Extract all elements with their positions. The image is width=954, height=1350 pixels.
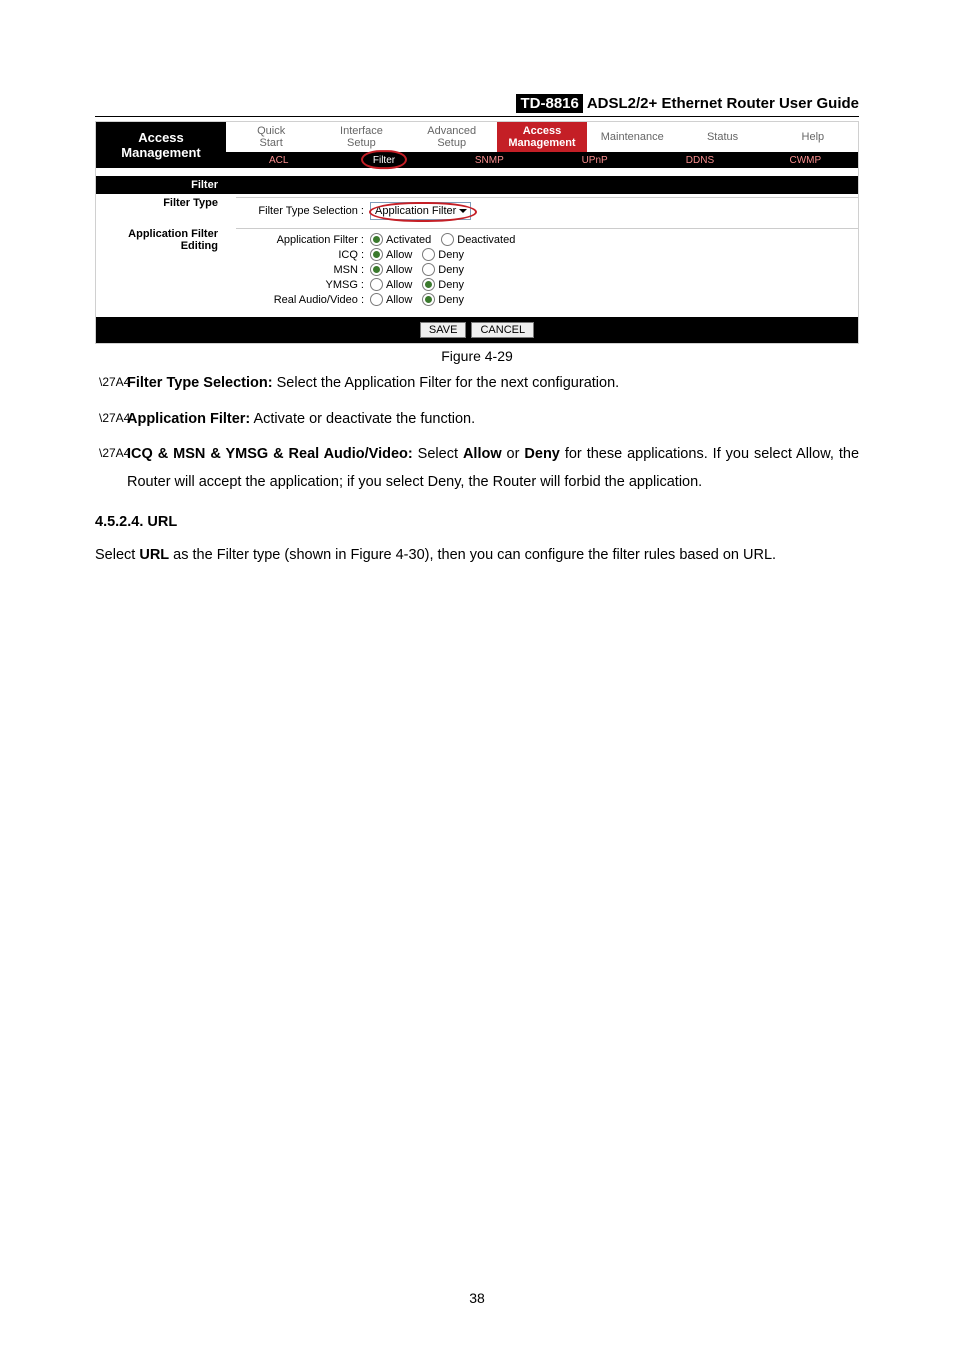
tab-quick-start[interactable]: QuickStart xyxy=(226,122,316,152)
msn-radio-allow[interactable] xyxy=(370,263,383,276)
msn-deny-label: Deny xyxy=(438,264,464,276)
icq-deny-label: Deny xyxy=(438,249,464,261)
paragraph-bold: URL xyxy=(139,547,169,563)
rav-radio-deny[interactable] xyxy=(422,293,435,306)
rav-radio-allow[interactable] xyxy=(370,293,383,306)
msn-allow-label: Allow xyxy=(386,264,412,276)
ymsg-radio-allow[interactable] xyxy=(370,278,383,291)
bullet-leadin: Application Filter: xyxy=(127,411,250,427)
router-section-title-l2: Management xyxy=(96,145,226,160)
ymsg-allow-label: Allow xyxy=(386,279,412,291)
radio-activated[interactable] xyxy=(370,233,383,246)
paragraph-text: as the Filter type (shown in Figure 4-30… xyxy=(169,547,776,563)
main-tabs: QuickStart InterfaceSetup AdvancedSetup … xyxy=(226,122,858,152)
bullet-leadin: ICQ & MSN & YMSG & Real Audio/Video: xyxy=(127,446,413,462)
doc-title: ADSL2/2+ Ethernet Router User Guide xyxy=(583,95,859,112)
bullet-text: or xyxy=(502,446,525,462)
filter-type-selection-dropdown[interactable]: Application Filter xyxy=(370,202,471,220)
tab-advanced-setup[interactable]: AdvancedSetup xyxy=(407,122,497,152)
rav-deny-label: Deny xyxy=(438,294,464,306)
subtab-acl[interactable]: ACL xyxy=(226,152,331,168)
bullet-bold: Deny xyxy=(524,446,559,462)
application-filter-label: Application Filter : xyxy=(236,234,364,246)
tab-interface-setup[interactable]: InterfaceSetup xyxy=(316,122,406,152)
ymsg-radio-deny[interactable] xyxy=(422,278,435,291)
bullet-text: Select the Application Filter for the ne… xyxy=(273,375,620,391)
deactivated-label: Deactivated xyxy=(457,234,515,246)
section-heading: 4.5.2.4. URL xyxy=(95,514,859,530)
icq-label: ICQ : xyxy=(236,249,364,261)
page-number: 38 xyxy=(0,1290,954,1306)
ymsg-deny-label: Deny xyxy=(438,279,464,291)
bullet-item: ICQ & MSN & YMSG & Real Audio/Video: Sel… xyxy=(95,441,859,496)
section-filter: Filter xyxy=(96,176,226,194)
filter-type-selection-value: Application Filter xyxy=(375,205,456,217)
section-filter-type: Filter Type xyxy=(96,194,226,225)
section-app-filter-editing: Application Filter Editing xyxy=(96,225,226,317)
msn-label: MSN : xyxy=(236,264,364,276)
subtab-upnp[interactable]: UPnP xyxy=(542,152,647,168)
router-ui-screenshot: Access Management QuickStart InterfaceSe… xyxy=(95,121,859,344)
subtab-cwmp[interactable]: CWMP xyxy=(753,152,858,168)
filter-type-selection-label: Filter Type Selection : xyxy=(236,205,364,217)
bullet-text: Select xyxy=(413,446,463,462)
icq-allow-label: Allow xyxy=(386,249,412,261)
icq-radio-deny[interactable] xyxy=(422,248,435,261)
bullet-bold: Allow xyxy=(463,446,502,462)
tab-status[interactable]: Status xyxy=(677,122,767,152)
cancel-button[interactable]: CANCEL xyxy=(471,322,534,338)
icq-radio-allow[interactable] xyxy=(370,248,383,261)
subtab-snmp[interactable]: SNMP xyxy=(437,152,542,168)
tab-access-management[interactable]: AccessManagement xyxy=(497,122,587,152)
ymsg-label: YMSG : xyxy=(236,279,364,291)
bullet-leadin: Filter Type Selection: xyxy=(127,375,273,391)
bullet-text: Activate or deactivate the function. xyxy=(250,411,475,427)
sub-tabs: ACL Filter SNMP UPnP DDNS CWMP xyxy=(226,152,858,168)
activated-label: Activated xyxy=(386,234,431,246)
bullet-item: Filter Type Selection: Select the Applic… xyxy=(95,370,859,398)
save-button[interactable]: SAVE xyxy=(420,322,467,338)
model-badge: TD-8816 xyxy=(516,94,582,113)
paragraph: Select URL as the Filter type (shown in … xyxy=(95,542,859,570)
radio-deactivated[interactable] xyxy=(441,233,454,246)
figure-caption: Figure 4-29 xyxy=(95,348,859,364)
paragraph-text: Select xyxy=(95,547,139,563)
document-header: TD-8816ADSL2/2+ Ethernet Router User Gui… xyxy=(95,95,859,117)
tab-help[interactable]: Help xyxy=(768,122,858,152)
rav-label: Real Audio/Video : xyxy=(236,294,364,306)
bullet-item: Application Filter: Activate or deactiva… xyxy=(95,406,859,434)
tab-maintenance[interactable]: Maintenance xyxy=(587,122,677,152)
subtab-ddns[interactable]: DDNS xyxy=(647,152,752,168)
bullet-list: Filter Type Selection: Select the Applic… xyxy=(95,370,859,496)
msn-radio-deny[interactable] xyxy=(422,263,435,276)
router-section-title: Access Management xyxy=(96,122,226,168)
router-section-title-l1: Access xyxy=(96,130,226,145)
subtab-filter[interactable]: Filter xyxy=(331,155,436,166)
rav-allow-label: Allow xyxy=(386,294,412,306)
button-row: SAVE CANCEL xyxy=(96,317,858,343)
